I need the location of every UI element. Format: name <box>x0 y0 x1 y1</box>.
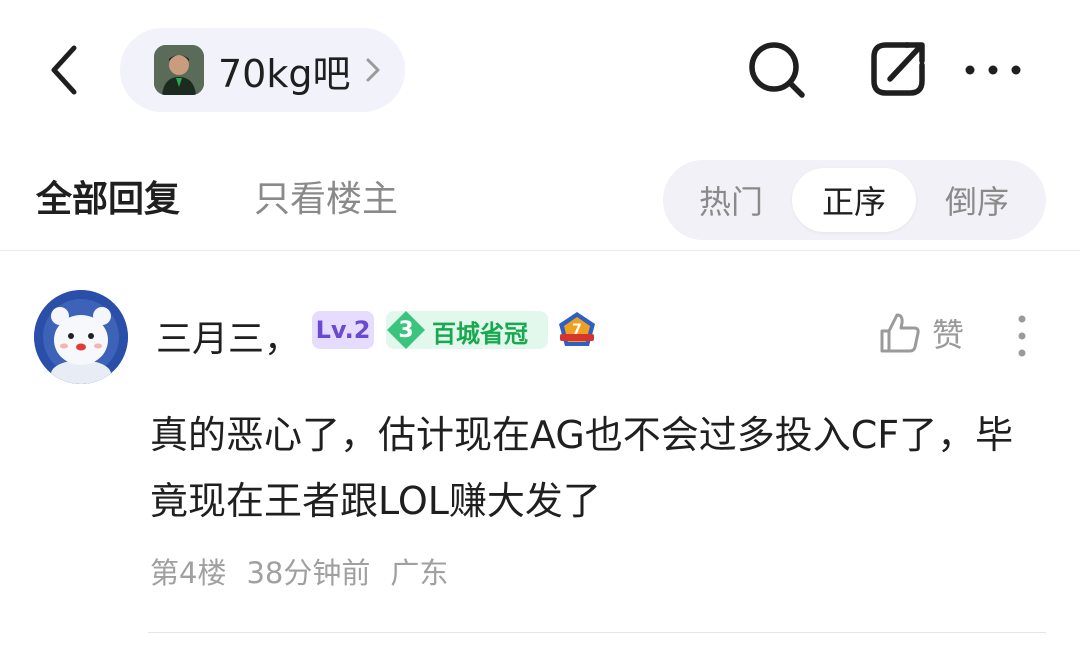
like-label: 赞 <box>932 316 965 354</box>
forum-avatar <box>154 45 204 95</box>
level-badge[interactable]: Lv.2 <box>312 311 374 349</box>
sort-toggle: 热门 正序 倒序 <box>663 160 1046 240</box>
title-badge-number: 3 <box>398 317 414 343</box>
avatar[interactable] <box>34 290 128 384</box>
tab-all-replies[interactable]: 全部回复 <box>36 170 180 222</box>
sort-option-ascending[interactable]: 正序 <box>792 168 916 232</box>
more-vertical-icon[interactable] <box>1010 314 1034 358</box>
timestamp: 38分钟前 <box>246 556 371 590</box>
reply-tabs: 全部回复 只看楼主 热门 正序 倒序 <box>0 150 1080 250</box>
comment-text: 真的恶心了，估计现在AG也不会过多投入CF了，毕竟现在王者跟LOL赚大发了 <box>150 413 1014 523</box>
medal-number: 7 <box>572 322 582 338</box>
back-arrow-icon[interactable] <box>40 40 90 100</box>
top-bar: 70kg吧 <box>0 0 1080 140</box>
floor-number: 第4楼 <box>150 556 227 590</box>
comment-meta: 第4楼 38分钟前 广东 <box>150 550 448 592</box>
title-badge[interactable]: 3 百城省冠 <box>386 311 548 349</box>
username[interactable]: 三月三， <box>156 310 300 362</box>
sort-option-hot[interactable]: 热门 <box>669 168 793 232</box>
location: 广东 <box>390 556 449 590</box>
medal-icon[interactable]: 7 <box>556 310 598 350</box>
more-horizontal-icon[interactable] <box>958 35 1028 105</box>
title-badge-text: 百城省冠 <box>432 320 528 348</box>
search-icon[interactable] <box>742 35 812 105</box>
share-icon[interactable] <box>864 35 934 105</box>
divider <box>0 250 1080 251</box>
divider <box>148 632 1046 633</box>
forum-link[interactable]: 70kg吧 <box>120 28 405 112</box>
tab-only-op[interactable]: 只看楼主 <box>254 170 398 222</box>
like-button[interactable]: 赞 <box>878 310 964 356</box>
chevron-right-icon <box>366 58 380 82</box>
thumbs-up-icon <box>880 313 920 353</box>
forum-name: 70kg吧 <box>218 51 351 96</box>
sort-option-descending[interactable]: 倒序 <box>915 168 1039 232</box>
